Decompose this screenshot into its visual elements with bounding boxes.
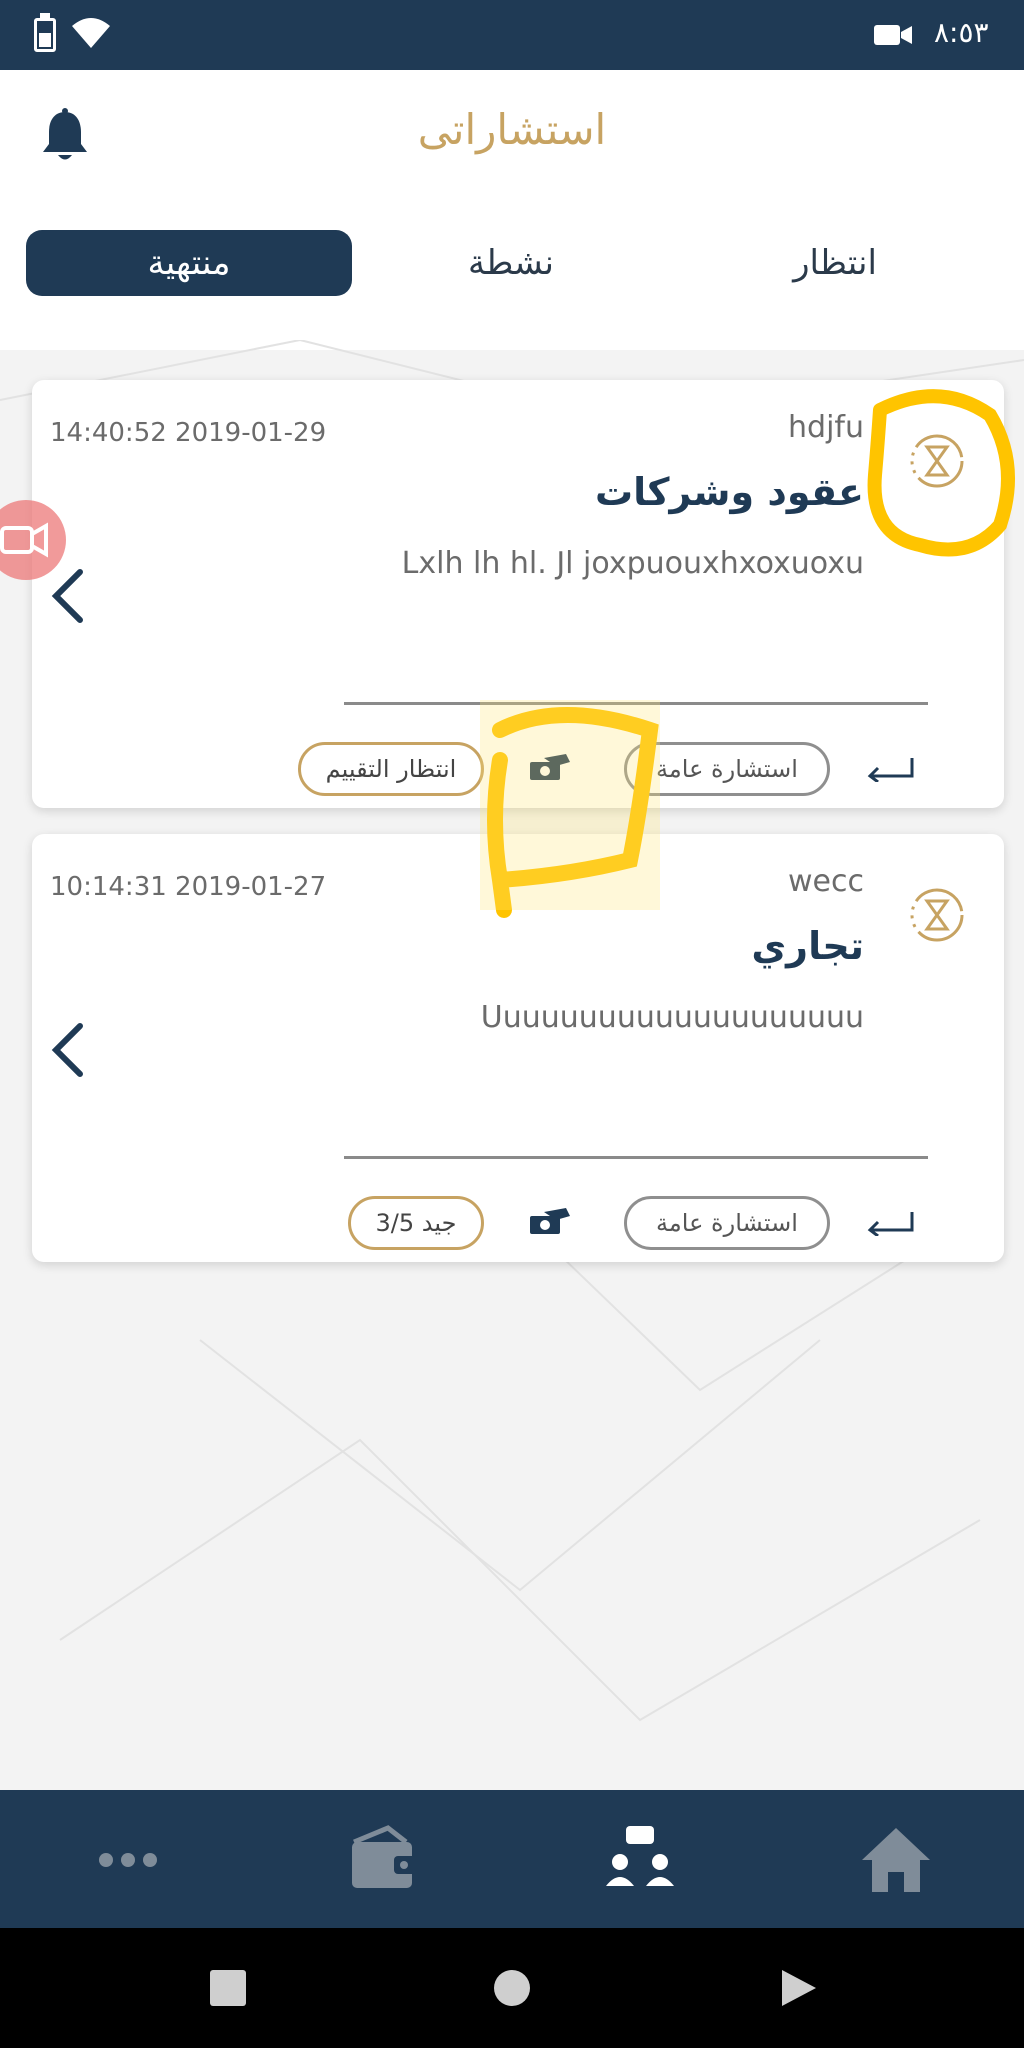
- hourglass-icon: [910, 888, 964, 942]
- consultation-card[interactable]: 14:40:52 2019-01-29 hdjfu عقود وشركات Lx…: [32, 380, 1004, 808]
- card-username: wecc: [788, 864, 864, 899]
- back-triangle-icon[interactable]: [778, 1968, 818, 2008]
- wallet-icon[interactable]: [344, 1820, 424, 1900]
- tab-finished[interactable]: منتهية: [26, 230, 352, 296]
- page-title: استشاراتى: [417, 105, 607, 154]
- card-date: 10:14:31 2019-01-27: [50, 872, 327, 902]
- card-description: Uuuuuuuuuuuuuuuuuuuu: [480, 1000, 864, 1035]
- reply-arrow-icon[interactable]: [866, 1210, 914, 1236]
- card-description: Lxlh lh hl. Jl joxpuouxhxoxuoxu: [401, 546, 864, 581]
- header: استشاراتى منتهية نشطة انتظار: [0, 70, 1024, 350]
- money-hand-icon: [530, 754, 570, 780]
- system-nav-bar: [0, 1928, 1024, 2048]
- battery-icon: [34, 13, 56, 52]
- chevron-left-icon[interactable]: [48, 1022, 88, 1078]
- card-date: 14:40:52 2019-01-29: [50, 418, 327, 448]
- status-badge: انتظار التقييم: [298, 742, 484, 796]
- card-category: تجاري: [751, 924, 864, 968]
- card-category: عقود وشركات: [594, 470, 864, 514]
- recent-apps-icon[interactable]: [208, 1968, 248, 2008]
- reply-arrow-icon[interactable]: [866, 756, 914, 782]
- home-circle-icon[interactable]: [492, 1968, 532, 2008]
- video-status-icon: [874, 25, 912, 45]
- consultation-type-badge: استشارة عامة: [624, 1196, 830, 1250]
- wifi-icon: [72, 18, 110, 48]
- tab-bar: منتهية نشطة انتظار: [0, 230, 1024, 298]
- tab-active[interactable]: نشطة: [348, 230, 674, 296]
- rating-badge: 3/5 جيد: [348, 1196, 484, 1250]
- card-username: hdjfu: [788, 410, 864, 445]
- divider: [344, 702, 928, 705]
- video-call-button[interactable]: [0, 500, 66, 580]
- hourglass-icon: [910, 434, 964, 488]
- bell-icon[interactable]: [40, 108, 90, 164]
- bottom-nav: [0, 1790, 1024, 1928]
- status-bar: ٨:٥٣: [0, 0, 1024, 70]
- more-icon[interactable]: [88, 1820, 168, 1900]
- consultation-card[interactable]: 10:14:31 2019-01-27 wecc تجاري Uuuuuuuuu…: [32, 834, 1004, 1262]
- consultation-type-badge: استشارة عامة: [624, 742, 830, 796]
- tab-waiting[interactable]: انتظار: [672, 230, 998, 296]
- video-call-icon: [0, 522, 48, 558]
- status-time: ٨:٥٣: [934, 16, 989, 49]
- money-hand-icon: [530, 1208, 570, 1234]
- divider: [344, 1156, 928, 1159]
- consultations-icon[interactable]: [600, 1820, 680, 1900]
- home-icon[interactable]: [856, 1820, 936, 1900]
